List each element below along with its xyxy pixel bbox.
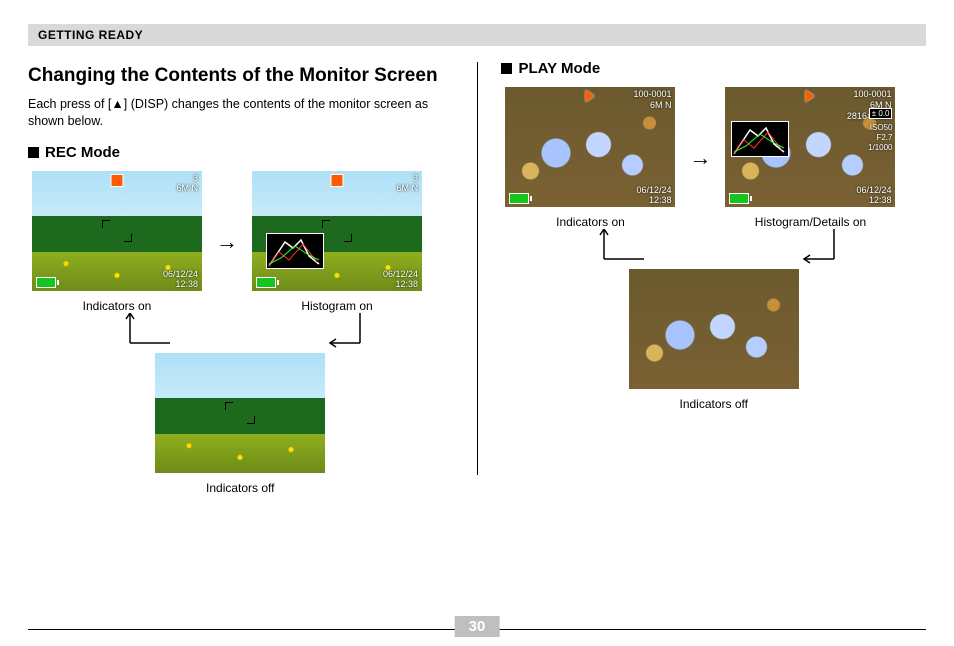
rec-icon — [111, 174, 124, 187]
square-bullet-icon — [501, 63, 512, 74]
hud-bottom-right: 06/12/2412:38 — [383, 269, 418, 289]
battery-icon — [36, 277, 56, 288]
histogram-overlay — [266, 233, 324, 269]
histogram-overlay — [731, 121, 789, 157]
play-top-row: 100-00016M N 06/12/2412:38 Indicators on… — [505, 87, 926, 229]
caption-indicators-off: Indicators off — [28, 481, 453, 495]
flow-arrows-play — [514, 229, 914, 269]
column-divider — [477, 62, 478, 475]
rec-icon — [331, 174, 344, 187]
page-footer: 30 — [28, 629, 926, 630]
play-screen-indicators-on: 100-00016M N 06/12/2412:38 Indicators on — [505, 87, 675, 229]
play-screen-indicators-off: Indicators off — [501, 269, 926, 411]
page-number: 30 — [455, 616, 500, 637]
intro-text: Each press of [▲] (DISP) changes the con… — [28, 96, 453, 130]
play-mode-heading: PLAY Mode — [501, 60, 926, 77]
rec-mode-heading: REC Mode — [28, 144, 453, 161]
details-readout: ISO50F2.71/1000 — [868, 123, 892, 153]
hud-bottom-right: 06/12/2412:38 — [856, 185, 891, 205]
ev-readout: ± 0.0 — [869, 108, 893, 119]
caption-indicators-on: Indicators on — [32, 299, 202, 313]
rec-top-row: 36M N 06/12/2412:38 Indicators on → — [32, 171, 453, 313]
hud-top-right: 36M N — [176, 173, 198, 195]
battery-icon — [256, 277, 276, 288]
section-header: GETTING READY — [28, 24, 926, 46]
hud-top-right: 100-00016M N — [633, 89, 671, 111]
arrow-right-icon: → — [689, 145, 711, 171]
rec-screen-indicators-on: 36M N 06/12/2412:38 Indicators on — [32, 171, 202, 313]
battery-icon — [729, 193, 749, 204]
play-screen-histogram-details: 100-00016M N2816×2112 ± 0.0 ISO50F2.71/1… — [725, 87, 895, 229]
battery-icon — [509, 193, 529, 204]
play-icon — [806, 90, 815, 102]
left-column: Changing the Contents of the Monitor Scr… — [28, 58, 453, 495]
right-column: PLAY Mode 100-00016M N 06/12/2412:38 Ind… — [501, 58, 926, 495]
page-title: Changing the Contents of the Monitor Scr… — [28, 64, 453, 88]
flow-arrows-rec — [40, 313, 440, 353]
manual-page: GETTING READY Changing the Contents of t… — [0, 0, 954, 646]
rec-mode-label: REC Mode — [45, 144, 120, 161]
focus-frame-icon — [322, 220, 352, 242]
caption-play-histogram-details: Histogram/Details on — [725, 215, 895, 229]
play-mode-label: PLAY Mode — [518, 60, 600, 77]
focus-frame-icon — [102, 220, 132, 242]
two-column-layout: Changing the Contents of the Monitor Scr… — [28, 58, 926, 495]
caption-play-indicators-off: Indicators off — [501, 397, 926, 411]
caption-play-indicators-on: Indicators on — [505, 215, 675, 229]
hud-bottom-right: 06/12/2412:38 — [163, 269, 198, 289]
rec-screen-histogram-on: 36M N 06/12/2412:38 Histogram on — [252, 171, 422, 313]
caption-histogram-on: Histogram on — [252, 299, 422, 313]
hud-bottom-right: 06/12/2412:38 — [636, 185, 671, 205]
rec-screen-indicators-off: Indicators off — [28, 353, 453, 495]
focus-frame-icon — [225, 402, 255, 424]
arrow-right-icon: → — [216, 229, 238, 255]
play-icon — [586, 90, 595, 102]
square-bullet-icon — [28, 147, 39, 158]
hud-top-right: 36M N — [396, 173, 418, 195]
